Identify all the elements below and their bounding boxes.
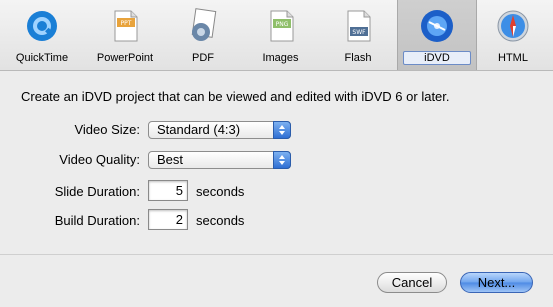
description-text: Create an iDVD project that can be viewe… — [21, 89, 450, 104]
slide-duration-unit: seconds — [196, 184, 245, 199]
popup-arrows-icon — [273, 151, 291, 169]
video-size-label: Video Size: — [74, 122, 140, 137]
toolbar-item-label: Images — [262, 52, 299, 64]
video-size-value: Standard (4:3) — [157, 122, 241, 137]
svg-text:PNG: PNG — [275, 21, 288, 28]
build-duration-unit: seconds — [196, 213, 245, 228]
html-icon — [495, 8, 531, 44]
toolbar-item-label: PDF — [192, 52, 214, 64]
video-size-popup[interactable]: Standard (4:3) — [148, 121, 291, 139]
powerpoint-icon: PPT — [107, 8, 143, 44]
toolbar-item-quicktime[interactable]: QuickTime — [4, 0, 80, 70]
cancel-button[interactable]: Cancel — [377, 272, 447, 293]
toolbar-item-html[interactable]: HTML — [477, 0, 549, 70]
toolbar-item-idvd[interactable]: iDVD — [397, 0, 477, 70]
toolbar-item-flash[interactable]: SWF Flash — [322, 0, 394, 70]
toolbar-item-images[interactable]: PNG Images — [243, 0, 318, 70]
flash-icon: SWF — [340, 8, 376, 44]
toolbar-item-powerpoint[interactable]: PPT PowerPoint — [86, 0, 164, 70]
toolbar-item-label: Flash — [344, 52, 372, 64]
quicktime-icon — [24, 8, 60, 44]
pdf-icon — [185, 8, 221, 44]
footer-divider — [0, 254, 553, 255]
slide-duration-field[interactable]: 5 — [148, 180, 188, 201]
next-button[interactable]: Next... — [460, 272, 533, 293]
toolbar-item-pdf[interactable]: PDF — [168, 0, 238, 70]
toolbar-item-label: iDVD — [403, 51, 471, 65]
build-duration-label: Build Duration: — [54, 213, 140, 228]
toolbar-item-label: QuickTime — [15, 52, 69, 64]
svg-text:SWF: SWF — [352, 29, 366, 36]
images-icon: PNG — [263, 8, 299, 44]
svg-text:PPT: PPT — [121, 20, 132, 27]
toolbar-item-label: PowerPoint — [96, 52, 154, 64]
slide-duration-label: Slide Duration: — [54, 184, 140, 199]
video-quality-popup[interactable]: Best — [148, 151, 291, 169]
toolbar-item-label: HTML — [498, 52, 528, 64]
export-format-toolbar: QuickTime PPT PowerPoint PDF PNG Images … — [0, 0, 553, 71]
video-quality-value: Best — [157, 152, 184, 167]
video-quality-label: Video Quality: — [59, 152, 140, 167]
idvd-icon — [419, 8, 455, 44]
popup-arrows-icon — [273, 121, 291, 139]
build-duration-field[interactable]: 2 — [148, 209, 188, 230]
